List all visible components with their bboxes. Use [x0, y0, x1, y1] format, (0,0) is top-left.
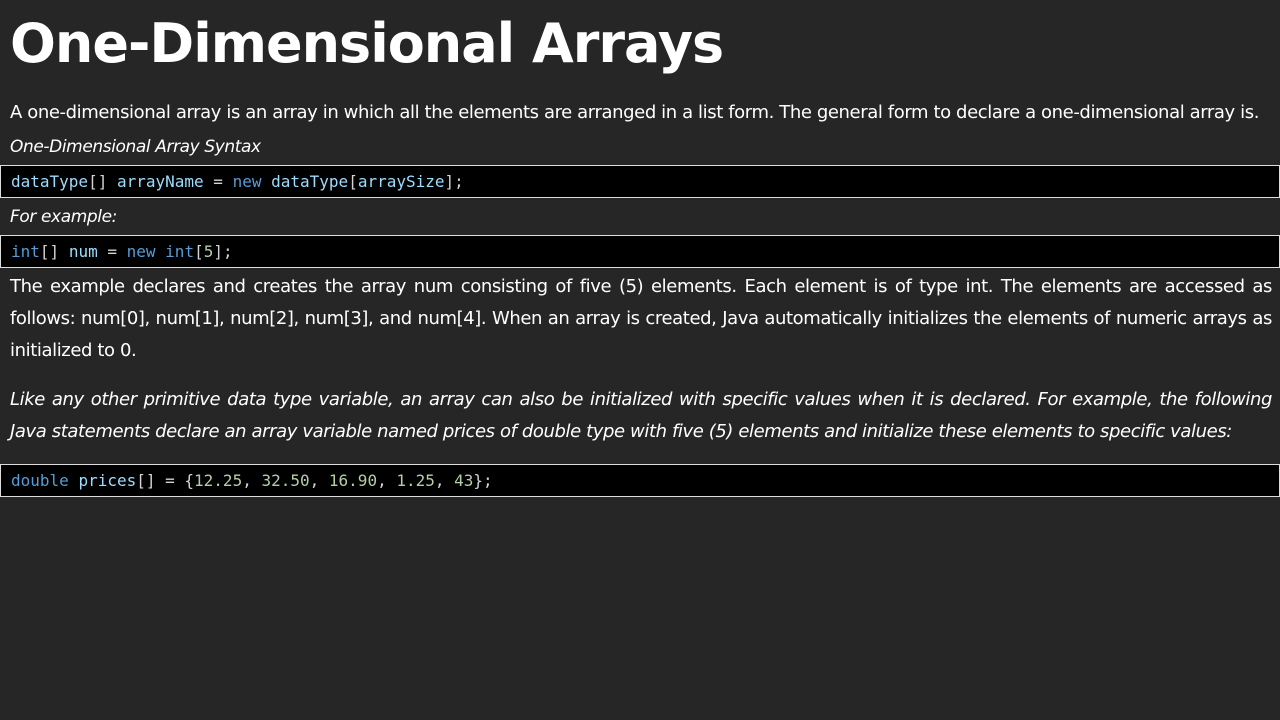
code-token: new [126, 242, 156, 261]
code-token: [ [194, 242, 204, 261]
code-token: double [11, 471, 69, 490]
code-token: ]; [213, 242, 233, 261]
example-label: For example: [10, 207, 117, 227]
intro-text: A one-dimensional array is an array in w… [10, 102, 1260, 123]
syntax-label: One-Dimensional Array Syntax [10, 137, 261, 157]
page-title: One-Dimensional Arrays [10, 12, 724, 75]
code-token: int [11, 242, 40, 261]
code-token: , [377, 471, 397, 490]
code-block-example: int[] num = new int[5]; [0, 235, 1280, 268]
code-token: arrayName [116, 172, 204, 191]
code-token: 16.90 [328, 471, 378, 490]
code-token: }; [473, 471, 493, 490]
code-token: 43 [454, 471, 474, 490]
code-token: dataType [11, 172, 89, 191]
code-token: = [203, 172, 233, 191]
code-token: [] [39, 242, 69, 261]
code-token: [] = { [136, 471, 195, 490]
code-token: [] [88, 172, 117, 191]
code-token: prices [78, 471, 137, 490]
code-token: 1.25 [396, 471, 435, 490]
code-token: , [309, 471, 329, 490]
code-token: dataType [271, 172, 349, 191]
code-block-prices: double prices[] = {12.25, 32.50, 16.90, … [0, 464, 1280, 497]
code-token: 12.25 [194, 471, 243, 490]
code-token: new [232, 172, 262, 191]
code-token: arraySize [357, 172, 445, 191]
code-token: num [68, 242, 98, 261]
code-block-syntax: dataType[] arrayName = new dataType[arra… [0, 165, 1280, 198]
explanation-paragraph: The example declares and creates the arr… [10, 276, 1272, 361]
code-token: , [434, 471, 455, 490]
code-token: , [242, 471, 262, 490]
code-token: int [165, 242, 195, 261]
code-token: [ [348, 172, 358, 191]
code-token: 5 [203, 242, 214, 261]
code-token: = [97, 242, 127, 261]
initialization-paragraph: Like any other primitive data type varia… [10, 389, 1272, 442]
code-token: ]; [444, 172, 464, 191]
code-token: 32.50 [261, 471, 310, 490]
